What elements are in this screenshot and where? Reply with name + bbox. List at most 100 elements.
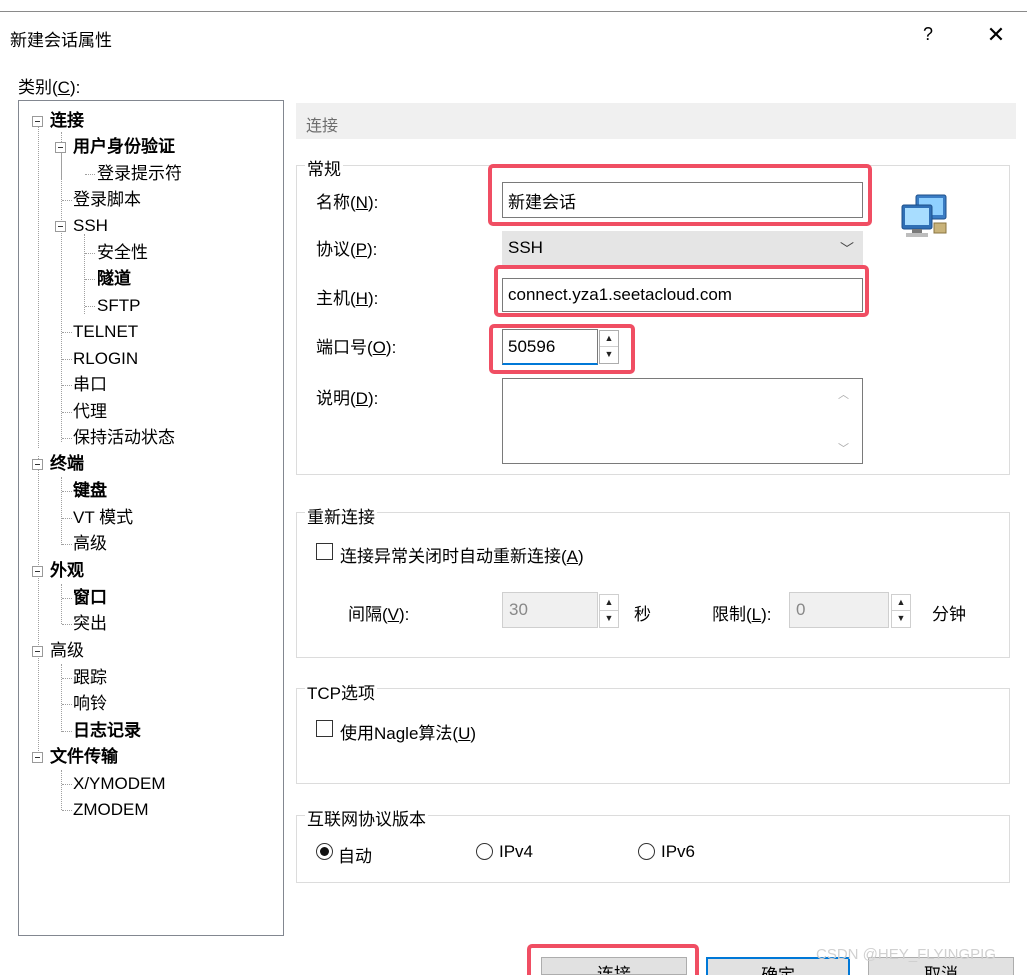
- tree-connector: [62, 624, 72, 625]
- tree-item[interactable]: 突出: [73, 612, 107, 636]
- tree-item[interactable]: 日志记录: [73, 719, 141, 743]
- tree-connector: [62, 438, 72, 439]
- spin-down-icon[interactable]: ▼: [892, 611, 910, 627]
- radio-ipv4-label[interactable]: IPv4: [499, 842, 533, 862]
- tree-connector: [62, 518, 72, 519]
- radio-auto-label[interactable]: 自动: [338, 842, 372, 867]
- tree-item[interactable]: SSH: [73, 214, 108, 238]
- description-textarea[interactable]: [502, 378, 863, 464]
- tree-connector: [62, 544, 72, 545]
- tree-connector: [62, 412, 72, 413]
- limit-input[interactable]: 0: [789, 592, 889, 628]
- highlight-box: [527, 944, 699, 975]
- spin-up-icon[interactable]: ▲: [600, 595, 618, 611]
- tree-item[interactable]: ZMODEM: [73, 798, 149, 822]
- tree-item[interactable]: 外观: [50, 559, 84, 583]
- collapse-icon[interactable]: [32, 566, 43, 577]
- tree-item[interactable]: 隧道: [97, 267, 131, 291]
- tree-item[interactable]: 跟踪: [73, 666, 107, 690]
- tree-item[interactable]: 窗口: [73, 586, 107, 610]
- interval-spinner[interactable]: ▲ ▼: [599, 594, 619, 628]
- interval-input[interactable]: 30: [502, 592, 598, 628]
- ip-version-group-title: 互联网协议版本: [305, 805, 428, 830]
- panel-header: 连接: [296, 103, 1016, 139]
- tree-connector: [38, 126, 39, 448]
- tree-connector: [61, 664, 62, 732]
- auto-reconnect-checkbox[interactable]: [316, 543, 333, 560]
- tree-connector: [62, 491, 72, 492]
- tree-item[interactable]: 串口: [73, 373, 107, 397]
- tree-connector: [61, 584, 62, 624]
- collapse-icon[interactable]: [55, 221, 66, 232]
- tree-item[interactable]: 终端: [50, 452, 84, 476]
- tree-item[interactable]: 键盘: [73, 479, 107, 503]
- window-top-border: [0, 11, 1027, 12]
- interval-label: 间隔(V):: [348, 605, 410, 624]
- limit-unit: 分钟: [932, 605, 966, 624]
- tree-connector: [62, 704, 72, 705]
- scroll-up-icon[interactable]: ︿: [838, 386, 849, 402]
- tree-item[interactable]: SFTP: [97, 294, 140, 318]
- protocol-select[interactable]: SSH ﹀: [502, 231, 863, 265]
- protocol-value: SSH: [508, 238, 543, 257]
- tree-item[interactable]: 安全性: [97, 241, 148, 265]
- tree-item[interactable]: 高级: [50, 639, 84, 663]
- tree-connector: [62, 200, 72, 201]
- tree-connector: [62, 359, 72, 360]
- tree-item[interactable]: 代理: [73, 400, 107, 424]
- watermark: CSDN @HEY_FLYINGPIG: [816, 946, 996, 963]
- host-label: 主机(H):: [316, 289, 379, 308]
- category-tree[interactable]: 连接 用户身份验证 登录提示符 登录脚本 SSH 安全性 隧道 SFTP TEL…: [18, 100, 284, 936]
- tree-item[interactable]: RLOGIN: [73, 347, 138, 371]
- radio-ipv6[interactable]: [638, 843, 655, 860]
- tree-connector: [62, 385, 72, 386]
- limit-spinner[interactable]: ▲ ▼: [891, 594, 911, 628]
- radio-ipv4[interactable]: [476, 843, 493, 860]
- highlight-box: [494, 265, 869, 317]
- tree-item[interactable]: 保持活动状态: [73, 426, 175, 450]
- description-label: 说明(D):: [316, 389, 379, 408]
- tree-item[interactable]: 连接: [50, 109, 84, 133]
- nagle-checkbox[interactable]: [316, 720, 333, 737]
- collapse-icon[interactable]: [55, 142, 66, 153]
- tree-connector: [62, 810, 72, 811]
- collapse-icon[interactable]: [32, 116, 43, 127]
- collapse-icon[interactable]: [32, 752, 43, 763]
- collapse-icon[interactable]: [32, 646, 43, 657]
- tree-item[interactable]: 登录脚本: [73, 188, 141, 212]
- spin-down-icon[interactable]: ▼: [600, 611, 618, 627]
- close-button[interactable]: ✕: [980, 22, 1012, 50]
- radio-ipv6-label[interactable]: IPv6: [661, 842, 695, 862]
- limit-label: 限制(L):: [712, 605, 772, 624]
- tree-connector: [85, 306, 95, 307]
- spin-up-icon[interactable]: ▲: [892, 595, 910, 611]
- dialog-title: 新建会话属性: [10, 31, 112, 50]
- scroll-down-icon[interactable]: ﹀: [838, 440, 849, 456]
- interval-unit: 秒: [634, 605, 651, 624]
- radio-auto[interactable]: [316, 843, 333, 860]
- general-group-title: 常规: [305, 155, 343, 180]
- help-button[interactable]: ?: [916, 24, 940, 48]
- tree-connector: [84, 234, 85, 314]
- tree-item[interactable]: 响铃: [73, 692, 107, 716]
- tree-item[interactable]: VT 模式: [73, 506, 133, 530]
- tree-connector: [61, 770, 62, 810]
- tree-item[interactable]: 文件传输: [50, 745, 118, 769]
- close-icon: ✕: [986, 22, 1006, 47]
- tree-item[interactable]: 用户身份验证: [73, 135, 175, 159]
- highlight-box: [488, 164, 872, 226]
- name-label: 名称(N):: [316, 193, 379, 212]
- collapse-icon[interactable]: [32, 459, 43, 470]
- category-label: 类别(C):: [18, 78, 81, 97]
- tree-connector: [62, 784, 72, 785]
- tree-item[interactable]: TELNET: [73, 320, 138, 344]
- tree-connector: [62, 731, 72, 732]
- tree-item[interactable]: 登录提示符: [97, 162, 182, 186]
- auto-reconnect-label[interactable]: 连接异常关闭时自动重新连接(A): [340, 542, 584, 567]
- nagle-label[interactable]: 使用Nagle算法(U): [340, 719, 476, 744]
- tree-item[interactable]: X/YMODEM: [73, 772, 166, 796]
- highlight-box: [489, 324, 635, 374]
- reconnect-group-title: 重新连接: [305, 503, 377, 528]
- reconnect-group: [296, 512, 1010, 658]
- tree-item[interactable]: 高级: [73, 532, 107, 556]
